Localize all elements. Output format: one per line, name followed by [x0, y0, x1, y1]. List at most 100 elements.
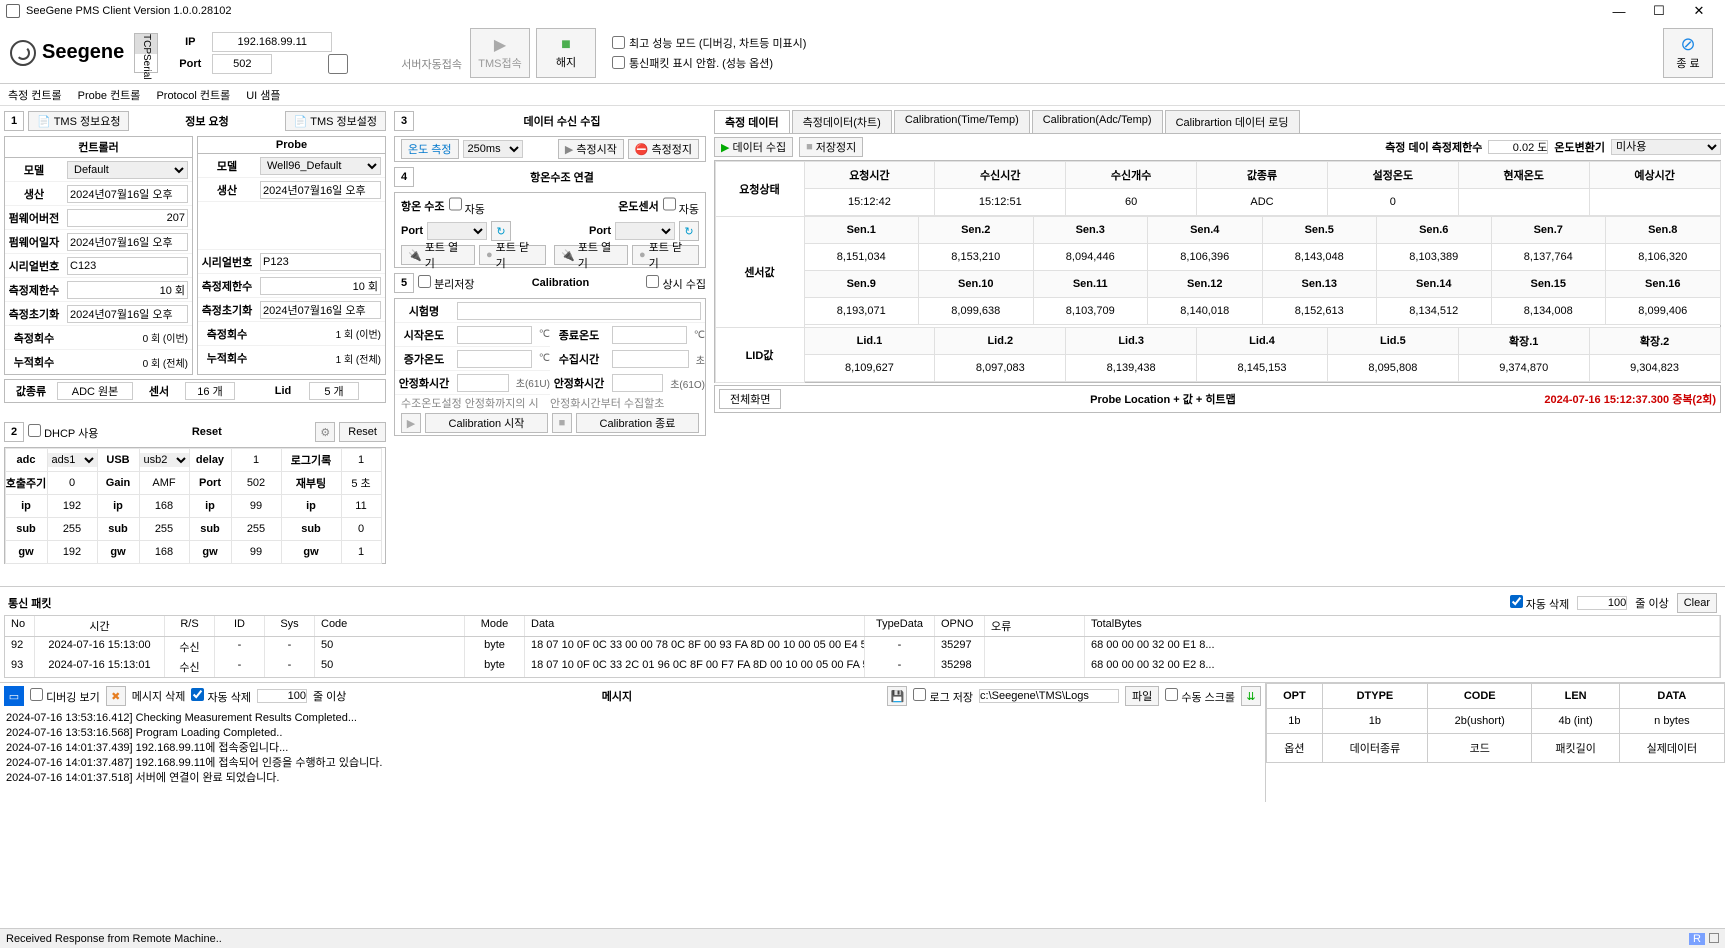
limit-label: 측정 데이 측정제한수 — [1385, 139, 1482, 155]
tab-cal-adctemp[interactable]: Calibration(Adc/Temp) — [1032, 110, 1163, 133]
file-button[interactable]: 파일 — [1125, 686, 1159, 706]
refresh-icon[interactable]: ↻ — [679, 221, 699, 241]
nopacket-checkbox[interactable]: 통신패킷 표시 안함. (성능 옵션) — [612, 55, 806, 71]
brand: Seegene — [10, 40, 124, 66]
measure-stop-button[interactable]: ⛔측정정지 — [628, 139, 699, 159]
end-temp-input[interactable] — [612, 326, 687, 344]
data-collect-button[interactable]: ▶데이터 수집 — [714, 137, 793, 157]
controller-fwdate-input[interactable] — [67, 233, 188, 251]
controller-serial-input[interactable] — [67, 257, 188, 275]
tms-info-set-button[interactable]: 📄TMS 정보설정 — [285, 111, 386, 131]
msg-limit-input[interactable] — [257, 689, 307, 703]
cal-end-button[interactable]: Calibration 종료 — [576, 413, 699, 433]
stab-time1-input[interactable] — [457, 374, 509, 392]
packets-autodel-checkbox[interactable]: 자동 삭제 — [1510, 595, 1570, 612]
dhcp-checkbox[interactable]: DHCP 사용 — [28, 424, 98, 441]
interval-select[interactable]: 250ms — [463, 140, 523, 158]
usb-select[interactable]: usb2 — [140, 453, 189, 467]
scroll-icon[interactable]: ⇊ — [1241, 686, 1261, 706]
port-open2-button[interactable]: 🔌포트 열기 — [554, 245, 628, 265]
log-path-input[interactable] — [979, 689, 1119, 703]
sensor-value-label: 센서값 — [715, 216, 805, 328]
converter-select[interactable]: 미사용 — [1611, 139, 1721, 155]
panel1-title: 정보 요청 — [133, 113, 280, 129]
controller-prod-input[interactable] — [67, 185, 188, 203]
perf-mode-checkbox[interactable]: 최고 성능 모드 (디버깅, 차트등 미표시) — [612, 35, 806, 51]
debug-icon[interactable]: ▭ — [4, 686, 24, 706]
bath-port-select[interactable] — [427, 222, 487, 240]
sensor-auto-checkbox[interactable]: 자동 — [663, 195, 699, 217]
bath-auto-checkbox[interactable]: 자동 — [449, 195, 485, 217]
refresh-icon[interactable]: ↻ — [491, 221, 511, 241]
reset-button[interactable]: Reset — [339, 422, 386, 442]
controller-model-select[interactable]: Default — [67, 161, 188, 179]
cal-end-icon[interactable]: ■ — [552, 413, 572, 433]
limit-value-input[interactable] — [1488, 140, 1548, 154]
sensor-port-select[interactable] — [615, 222, 675, 240]
cal-start-icon[interactable]: ▶ — [401, 413, 421, 433]
inc-temp-input[interactable] — [457, 350, 532, 368]
controller-init-input[interactable] — [67, 305, 188, 323]
port-input[interactable] — [212, 54, 272, 74]
packets-clear-button[interactable]: Clear — [1677, 593, 1717, 613]
menu-item[interactable]: Probe 컨트롤 — [78, 87, 141, 103]
server-auto-checkbox[interactable]: 서버자동접속 — [278, 54, 462, 74]
lid-count-input[interactable] — [309, 382, 359, 400]
measure-start-button[interactable]: ▶측정시작 — [558, 139, 624, 159]
tms-info-req-button[interactable]: 📄TMS 정보요청 — [28, 111, 129, 131]
power-icon: ⊘ — [1680, 34, 1695, 55]
fullscreen-button[interactable]: 전체화면 — [719, 389, 781, 409]
menu-item[interactable]: 측정 컨트롤 — [8, 87, 62, 103]
window-close[interactable]: ✕ — [1679, 0, 1719, 22]
menu-item[interactable]: Protocol 컨트롤 — [156, 87, 230, 103]
sensor-count-input[interactable] — [185, 382, 235, 400]
probe-model-select[interactable]: Well96_Default — [260, 157, 381, 175]
manual-scroll-checkbox[interactable]: 수동 스크롤 — [1165, 688, 1235, 705]
save-stop-button[interactable]: ■저장정지 — [799, 137, 863, 157]
save-icon[interactable]: 💾 — [887, 686, 907, 706]
probe-serial-input[interactable] — [260, 253, 381, 271]
panel4-number: 4 — [394, 167, 414, 187]
adc-select[interactable]: ads1 — [48, 453, 97, 467]
controller-limit-input[interactable] — [67, 281, 188, 299]
probe-prod-input[interactable] — [260, 181, 381, 199]
controller-fwver-input[interactable] — [67, 209, 188, 227]
status-chip: R — [1689, 933, 1705, 945]
exit-button[interactable]: ⊘ 종 료 — [1663, 28, 1713, 78]
exp-name-input[interactable] — [457, 302, 701, 320]
tab-cal-loading[interactable]: Calibrartion 데이터 로딩 — [1165, 110, 1300, 133]
heatmap-label: Probe Location + 값 + 히트맵 — [781, 391, 1544, 407]
temp-measure-button[interactable]: 온도 측정 — [401, 139, 459, 159]
conn-mode-switch[interactable]: TCP Serial — [134, 33, 158, 73]
tab-cal-timetemp[interactable]: Calibration(Time/Temp) — [894, 110, 1030, 133]
stab-time2-input[interactable] — [612, 374, 663, 392]
tab-measure-chart[interactable]: 측정데이터(차트) — [792, 110, 892, 133]
packets-limit-input[interactable] — [1577, 596, 1627, 610]
port-close2-button[interactable]: ●포트 닫기 — [632, 245, 699, 265]
tab-measure-data[interactable]: 측정 데이터 — [714, 110, 790, 133]
cal-start-button[interactable]: Calibration 시작 — [425, 413, 548, 433]
msg-label: 메시지 — [602, 688, 632, 704]
debug-view-checkbox[interactable]: 디버깅 보기 — [30, 688, 100, 705]
menu-item[interactable]: UI 샘플 — [246, 87, 280, 103]
port-close1-button[interactable]: ●포트 닫기 — [479, 245, 546, 265]
ip-input[interactable] — [212, 32, 332, 52]
msg-del-icon[interactable]: ✖ — [106, 686, 126, 706]
probe-init-input[interactable] — [260, 301, 381, 319]
msg-autodel-checkbox[interactable]: 자동 삭제 — [191, 688, 251, 705]
probe-limit-input[interactable] — [260, 277, 381, 295]
log-save-checkbox[interactable]: 로그 저장 — [913, 688, 973, 705]
always-collect-checkbox[interactable]: 상시 수집 — [646, 275, 706, 292]
stop-icon: ■ — [561, 36, 571, 54]
panel5-number: 5 — [394, 273, 414, 293]
window-minimize[interactable]: — — [1599, 0, 1639, 22]
tms-connect-button[interactable]: ▶ TMS접속 — [470, 28, 530, 78]
start-temp-input[interactable] — [457, 326, 532, 344]
reset-icon-button[interactable]: ⚙ — [315, 422, 335, 442]
port-open1-button[interactable]: 🔌포트 열기 — [401, 245, 475, 265]
split-save-checkbox[interactable]: 분리저장 — [418, 275, 475, 292]
window-maximize[interactable]: ☐ — [1639, 0, 1679, 22]
collect-time-input[interactable] — [612, 350, 689, 368]
value-kind-input[interactable] — [57, 382, 133, 400]
tms-disconnect-button[interactable]: ■ 해지 — [536, 28, 596, 78]
